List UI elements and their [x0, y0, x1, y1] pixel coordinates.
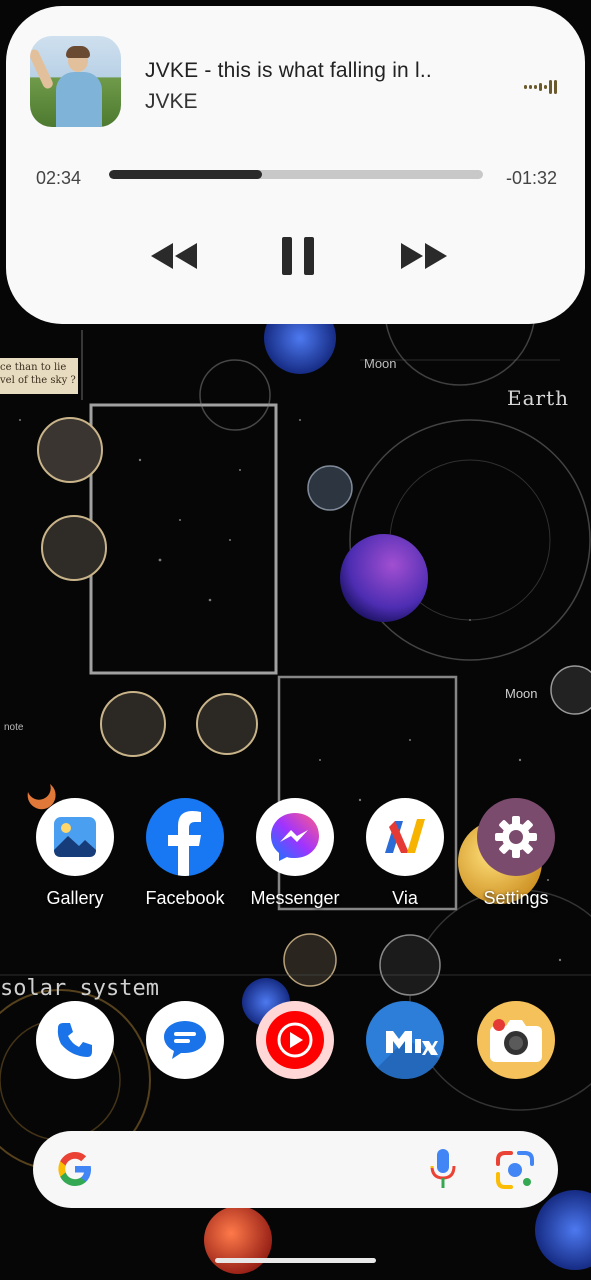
pause-icon: [282, 237, 314, 275]
google-search-bar[interactable]: [33, 1131, 558, 1208]
messages-icon: [146, 1001, 224, 1079]
wallpaper-label-moon-1: Moon: [364, 356, 397, 371]
pause-button[interactable]: [268, 232, 328, 280]
next-button[interactable]: [394, 232, 454, 280]
wallpaper-note-line-1: ce than to lie: [0, 362, 67, 373]
app-label-via: Via: [392, 888, 418, 908]
settings-icon: [477, 798, 555, 876]
wallpaper-label-earth: Earth: [507, 386, 570, 410]
dock-youtube-music[interactable]: [240, 1001, 350, 1079]
dock-messages[interactable]: [130, 1001, 240, 1079]
google-g-icon: [58, 1152, 91, 1186]
app-label-facebook: Facebook: [145, 888, 225, 908]
camera-icon: [477, 1001, 555, 1079]
fast-forward-icon: [401, 243, 447, 269]
app-messenger[interactable]: Messenger: [240, 798, 350, 909]
phone-icon: [36, 1001, 114, 1079]
via-icon: [366, 798, 444, 876]
gallery-icon: [36, 798, 114, 876]
mic-icon[interactable]: [429, 1148, 457, 1190]
elapsed-time: 02:34: [36, 168, 82, 188]
youtube-music-icon: [256, 1001, 334, 1079]
song-artist: JVKE: [145, 90, 198, 113]
dock-phone[interactable]: [20, 1001, 130, 1079]
facebook-icon: [146, 798, 224, 876]
gesture-nav-handle[interactable]: [215, 1258, 376, 1263]
sound-wave-icon: [524, 80, 557, 94]
rewind-icon: [151, 243, 197, 269]
media-player-card[interactable]: JVKE - this is what falling in l.. JVKE …: [6, 6, 585, 324]
song-title: JVKE - this is what falling in l..: [145, 59, 432, 82]
dock-mix[interactable]: [350, 1001, 460, 1079]
google-lens-icon[interactable]: [495, 1150, 535, 1190]
app-label-settings: Settings: [483, 888, 549, 908]
dock-camera[interactable]: [461, 1001, 571, 1079]
seek-bar-progress: [109, 170, 263, 179]
wallpaper-label-solar-system: solar system: [0, 976, 159, 1001]
messenger-icon: [256, 798, 334, 876]
seek-bar[interactable]: [109, 170, 483, 179]
album-art[interactable]: [30, 36, 121, 127]
app-gallery[interactable]: Gallery: [20, 798, 130, 909]
app-label-gallery: Gallery: [46, 888, 104, 908]
wallpaper-label-note: note: [4, 722, 24, 733]
app-facebook[interactable]: Facebook: [130, 798, 240, 909]
wallpaper-note: ce than to lie vel of the sky ?: [0, 361, 78, 387]
app-label-messenger: Messenger: [250, 888, 340, 908]
album-art-arm: [30, 47, 55, 91]
wallpaper-note-line-2: vel of the sky ?: [0, 375, 76, 386]
album-art-hair: [66, 46, 90, 58]
remaining-time: -01:32: [506, 168, 558, 188]
wallpaper-label-moon-2: Moon: [505, 686, 538, 701]
app-via[interactable]: Via: [350, 798, 460, 909]
previous-button[interactable]: [144, 232, 204, 280]
mix-icon: [366, 1001, 444, 1079]
album-art-body: [56, 72, 102, 127]
app-settings[interactable]: Settings: [461, 798, 571, 909]
